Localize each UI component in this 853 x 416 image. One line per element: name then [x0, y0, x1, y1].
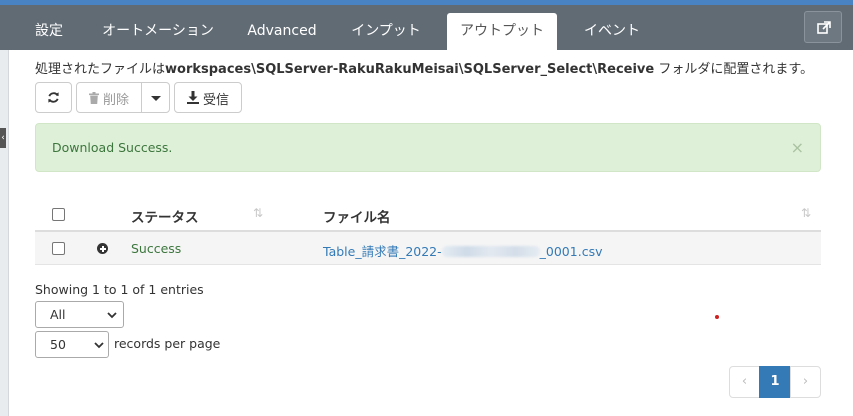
output-folder-path: workspaces\SQLServer-RakuRakuMeisai\SQLS…	[165, 62, 655, 77]
download-icon	[187, 91, 199, 104]
delete-label: 削除	[103, 93, 130, 108]
select-all-checkbox[interactable]	[52, 208, 65, 221]
filter-select[interactable]: All	[35, 301, 124, 328]
output-folder-info: 処理されたファイルはworkspaces\SQLServer-RakuRakuM…	[35, 58, 813, 77]
status-value: Success	[131, 241, 182, 256]
alert-close-icon[interactable]: ×	[791, 138, 804, 157]
sort-icon[interactable]: ⇅	[253, 206, 263, 220]
file-name-link[interactable]: Table_請求書_2022- _0001.csv	[323, 241, 602, 260]
info-suffix: フォルダに配置されます。	[654, 62, 814, 77]
entries-info: Showing 1 to 1 of 1 entries	[35, 282, 204, 297]
cursor-dot	[715, 315, 719, 319]
collapse-panel-icon[interactable]: ‹	[0, 128, 6, 148]
chevron-down-icon	[94, 342, 104, 349]
pagination-page-1[interactable]: 1	[759, 366, 791, 398]
info-prefix: 処理されたファイルは	[35, 62, 166, 77]
chevron-down-icon	[107, 312, 117, 319]
records-per-page-label: records per page	[114, 336, 221, 351]
tab-events[interactable]: イベント	[571, 13, 653, 50]
caret-down-icon	[151, 96, 161, 101]
redacted-segment	[441, 246, 540, 257]
trash-icon	[89, 92, 99, 104]
row-checkbox[interactable]	[52, 242, 65, 255]
tab-bar: 設定 オートメーション Advanced インプット アウトプット イベント	[0, 5, 853, 50]
tab-settings[interactable]: 設定	[22, 13, 76, 50]
tab-input[interactable]: インプット	[338, 13, 434, 50]
column-header-filename[interactable]: ファイル名	[323, 206, 391, 226]
table-header-row: ステータス ⇅ ファイル名 ⇅	[35, 196, 821, 232]
external-link-icon	[817, 21, 831, 34]
delete-options-dropdown[interactable]	[141, 82, 170, 113]
success-alert: Download Success. ×	[35, 123, 821, 172]
refresh-button[interactable]	[35, 82, 72, 113]
tab-output[interactable]: アウトプット	[447, 13, 557, 50]
open-external-button[interactable]	[804, 11, 842, 43]
column-header-status[interactable]: ステータス	[131, 206, 199, 226]
receive-button[interactable]: 受信	[174, 82, 242, 113]
tab-advanced[interactable]: Advanced	[240, 13, 324, 50]
delete-button[interactable]: 削除	[76, 82, 142, 113]
expand-row-icon[interactable]	[97, 243, 108, 254]
left-panel-edge: ‹	[0, 50, 9, 416]
pagination-prev-button[interactable]: ‹	[729, 366, 760, 398]
refresh-icon	[48, 92, 59, 103]
sort-icon[interactable]: ⇅	[801, 206, 811, 220]
page-size-select[interactable]: 50	[35, 331, 109, 358]
alert-message: Download Success.	[52, 140, 173, 155]
pagination-next-button[interactable]: ›	[790, 366, 821, 398]
table-row: Success Table_請求書_2022- _0001.csv	[35, 232, 821, 265]
tab-automation[interactable]: オートメーション	[90, 13, 226, 50]
receive-label: 受信	[203, 93, 230, 108]
